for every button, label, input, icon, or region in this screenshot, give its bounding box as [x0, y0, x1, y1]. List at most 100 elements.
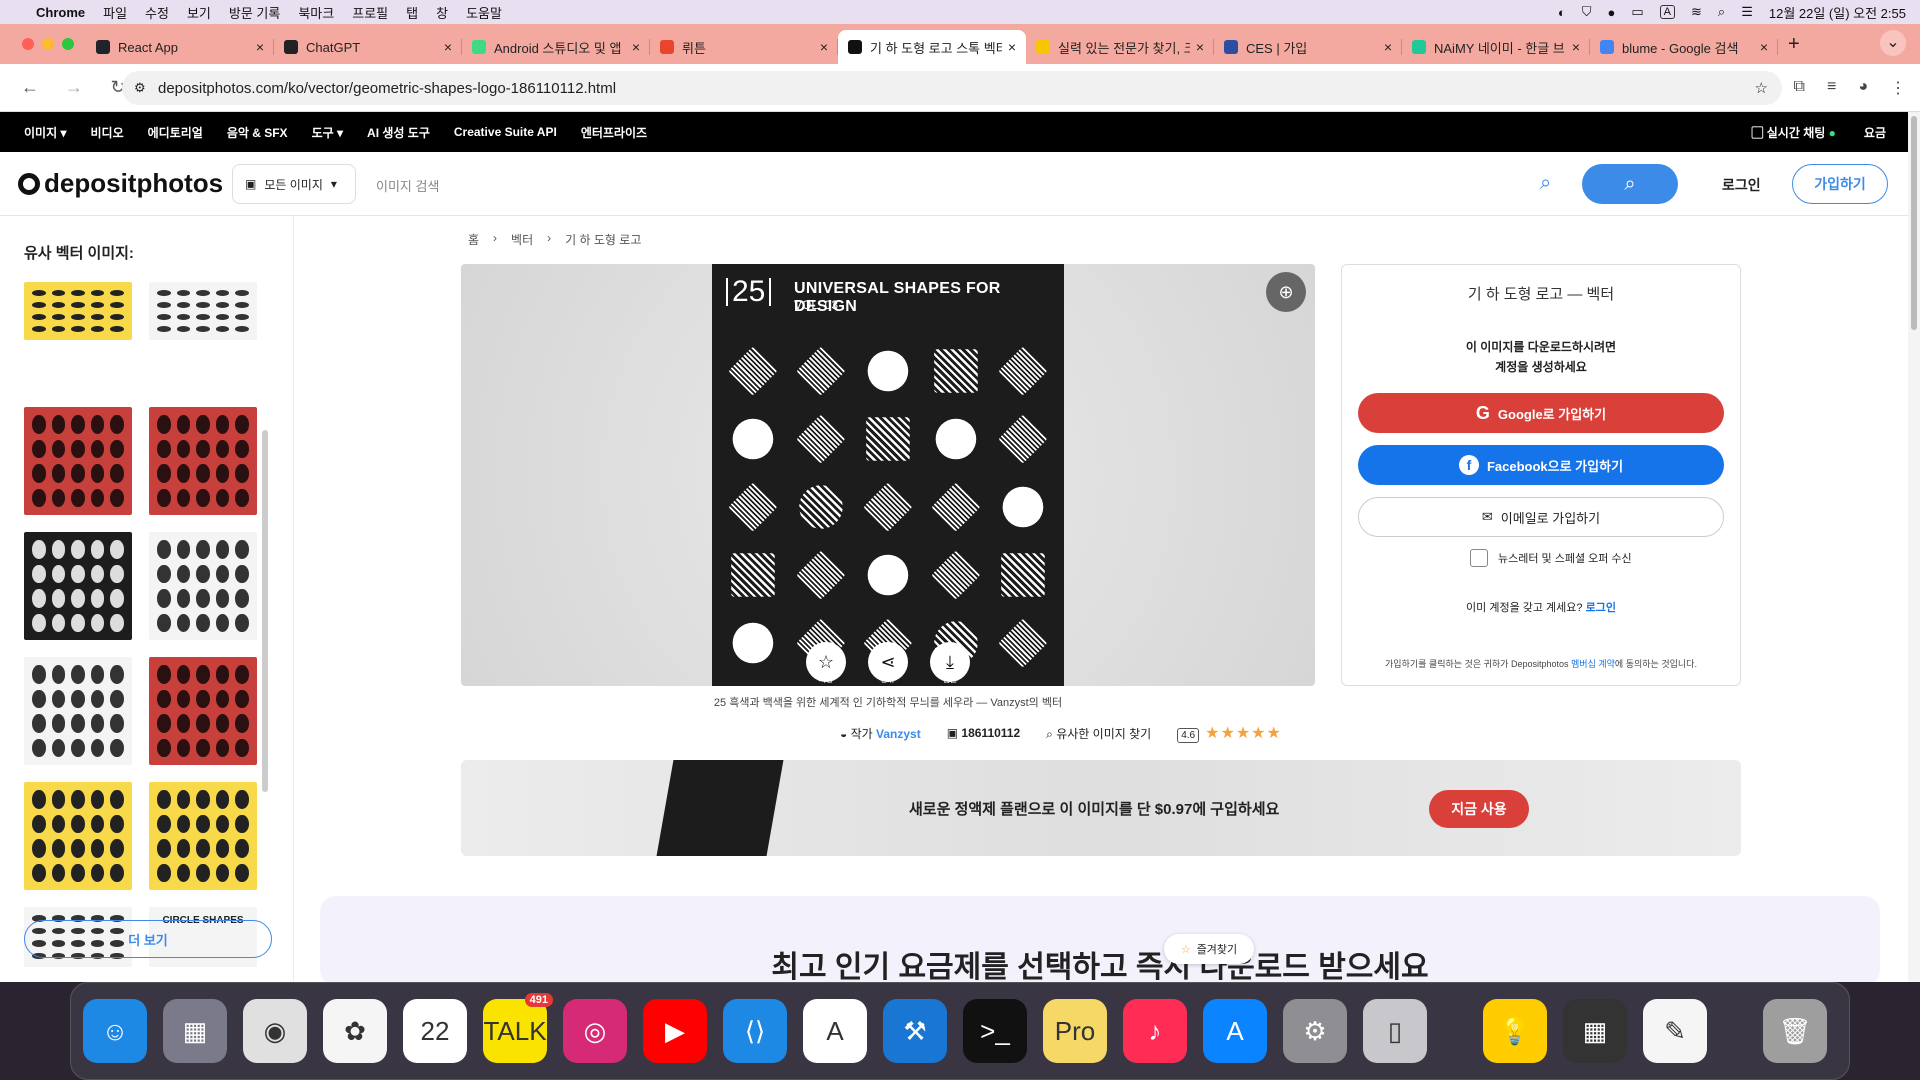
tab-close-icon[interactable]: ×	[256, 39, 264, 55]
tab-close-icon[interactable]: ×	[1572, 39, 1580, 55]
minimize-window-button[interactable]	[42, 38, 54, 50]
more-button[interactable]: 더 보기	[24, 920, 272, 958]
checkbox-box[interactable]	[1470, 549, 1488, 567]
tab-close-icon[interactable]: ×	[1196, 39, 1204, 55]
tab-close-icon[interactable]: ×	[1008, 39, 1016, 55]
system-settings-icon[interactable]: ⚙	[1283, 999, 1347, 1063]
zoom-button[interactable]: ⊕	[1266, 272, 1306, 312]
media-icon[interactable]: ≡	[1827, 78, 1836, 98]
profile-avatar[interactable]: ◕	[1858, 78, 1868, 98]
menu-window[interactable]: 창	[436, 3, 448, 22]
launchpad-icon[interactable]: ▦	[163, 999, 227, 1063]
menu-tab[interactable]: 탭	[406, 3, 418, 22]
google-signup-button[interactable]: G Google로 가입하기	[1358, 393, 1724, 433]
similar-thumbnail[interactable]	[24, 782, 132, 890]
similar-thumbnail[interactable]	[24, 532, 132, 640]
membership-agreement-link[interactable]: 멤버십 계약	[1571, 659, 1615, 669]
breadcrumb-home[interactable]: 홈	[468, 231, 479, 248]
similar-thumbnail[interactable]	[149, 782, 257, 890]
chat-icon[interactable]: ●	[1608, 5, 1616, 20]
tab-search-icon[interactable]: ⌄	[1880, 30, 1906, 56]
author-name[interactable]: Vanzyst	[876, 727, 921, 741]
clock[interactable]: 12월 22일 (일) 오전 2:55	[1769, 3, 1906, 22]
menu-file[interactable]: 파일	[103, 3, 127, 22]
app-store-icon[interactable]: A	[1203, 999, 1267, 1063]
tab-close-icon[interactable]: ×	[632, 39, 640, 55]
browser-tab[interactable]: NAiMY 네이미 - 한글 브 ×	[1402, 30, 1590, 64]
browser-tab[interactable]: React App ×	[86, 30, 274, 64]
youtube-icon[interactable]: ▶	[643, 999, 707, 1063]
terminal-icon[interactable]: >_	[963, 999, 1027, 1063]
wifi-icon[interactable]: ≋	[1691, 4, 1702, 20]
browser-tab[interactable]: blume - Google 검색 ×	[1590, 30, 1778, 64]
menu-history[interactable]: 방문 기록	[229, 3, 280, 22]
menu-chrome[interactable]: Chrome	[36, 5, 85, 20]
facebook-signup-button[interactable]: f Facebook으로 가입하기	[1358, 445, 1724, 485]
site-info-icon[interactable]: ⚙	[134, 80, 146, 96]
back-icon[interactable]: ←	[16, 77, 44, 98]
category-select[interactable]: ▣ 모든 이미지 ▾	[232, 164, 356, 204]
site-logo[interactable]: depositphotos	[18, 168, 223, 199]
calculator-icon[interactable]: ▦	[1563, 999, 1627, 1063]
breadcrumb-vector[interactable]: 벡터	[511, 231, 533, 248]
menu-help[interactable]: 도움말	[466, 3, 502, 22]
similar-thumbnail[interactable]	[24, 282, 132, 340]
nav-editorial[interactable]: 에디토리얼	[148, 124, 203, 141]
nav-enterprise[interactable]: 엔터프라이즈	[581, 124, 647, 141]
more-menu-icon[interactable]: ⋮	[1890, 78, 1906, 98]
newsletter-checkbox[interactable]: 뉴스레터 및 스페셜 오퍼 수신	[1470, 549, 1632, 567]
android-studio-icon[interactable]: A	[803, 999, 867, 1063]
browser-tab[interactable]: 뤼튼 ×	[650, 30, 838, 64]
extensions-icon[interactable]: ⧉	[1794, 78, 1805, 98]
iphone-mirroring-icon[interactable]: ▯	[1363, 999, 1427, 1063]
search-icon[interactable]: ⌕	[1718, 4, 1725, 20]
music-icon[interactable]: ♪	[1123, 999, 1187, 1063]
xcode-icon[interactable]: ⚒	[883, 999, 947, 1063]
tips-icon[interactable]: 💡	[1483, 999, 1547, 1063]
vscode-icon[interactable]: ⟨⟩	[723, 999, 787, 1063]
favorites-button[interactable]: ☆ 즐겨찾기	[1164, 934, 1254, 964]
control-center-icon[interactable]: ☰	[1741, 4, 1753, 20]
nav-video[interactable]: 비디오	[90, 124, 123, 141]
new-tab-button[interactable]: +	[1788, 33, 1800, 56]
tab-close-icon[interactable]: ×	[1760, 39, 1768, 55]
signup-button[interactable]: 가입하기	[1792, 164, 1888, 204]
close-window-button[interactable]	[22, 38, 34, 50]
nav-images[interactable]: 이미지 ▾	[24, 124, 66, 141]
status-icon[interactable]: ◐	[1558, 5, 1566, 20]
menu-profile[interactable]: 프로필	[352, 3, 388, 22]
pricing-link[interactable]: 요금	[1864, 124, 1886, 141]
browser-tab[interactable]: Android 스튜디오 및 앱 ×	[462, 30, 650, 64]
kakaotalk-icon[interactable]: TALK 491	[483, 993, 553, 1063]
nav-music-sfx[interactable]: 음악 & SFX	[227, 124, 288, 141]
scrollbar-thumb[interactable]	[1911, 116, 1917, 330]
input-mode[interactable]: A	[1659, 5, 1676, 19]
similar-thumbnail[interactable]	[149, 657, 257, 765]
browser-tab[interactable]: ChatGPT ×	[274, 30, 462, 64]
nav-creative-suite-api[interactable]: Creative Suite API	[454, 125, 557, 139]
tab-close-icon[interactable]: ×	[820, 39, 828, 55]
browser-tab[interactable]: CES | 가입 ×	[1214, 30, 1402, 64]
finder-icon[interactable]: ☺	[83, 999, 147, 1063]
browser-tab[interactable]: 기 하 도형 로고 스톡 벡터 ×	[838, 30, 1026, 64]
similar-thumbnail[interactable]	[149, 282, 257, 340]
menu-view[interactable]: 보기	[187, 3, 211, 22]
similar-thumbnail[interactable]	[24, 657, 132, 765]
use-now-button[interactable]: 지금 사용	[1429, 790, 1529, 828]
live-chat-link[interactable]: ▢ 실시간 채팅 ●	[1751, 124, 1835, 141]
search-input[interactable]: 이미지 검색	[376, 176, 439, 195]
nav-ai-tools[interactable]: AI 생성 도구	[367, 124, 430, 141]
calendar-icon[interactable]: 22	[403, 999, 467, 1063]
address-bar[interactable]: ⚙ depositphotos.com/ko/vector/geometric-…	[122, 71, 1782, 105]
photos-icon[interactable]: ✿	[323, 999, 387, 1063]
panel-login-link[interactable]: 로그인	[1586, 602, 1616, 614]
notes-pro-icon[interactable]: Pro	[1043, 999, 1107, 1063]
instagram-icon[interactable]: ◎	[563, 999, 627, 1063]
menu-edit[interactable]: 수정	[145, 3, 169, 22]
preview-image[interactable]: 25 UNIVERSAL SHAPES FOR DESIGN VOL. 03 ☆…	[712, 264, 1064, 686]
forward-icon[interactable]: →	[60, 77, 88, 98]
email-signup-button[interactable]: ✉ 이메일로 가입하기	[1358, 497, 1724, 537]
bookmark-star-icon[interactable]: ☆	[1755, 79, 1768, 97]
similar-thumbnail[interactable]	[149, 532, 257, 640]
textedit-icon[interactable]: ✎	[1643, 999, 1707, 1063]
